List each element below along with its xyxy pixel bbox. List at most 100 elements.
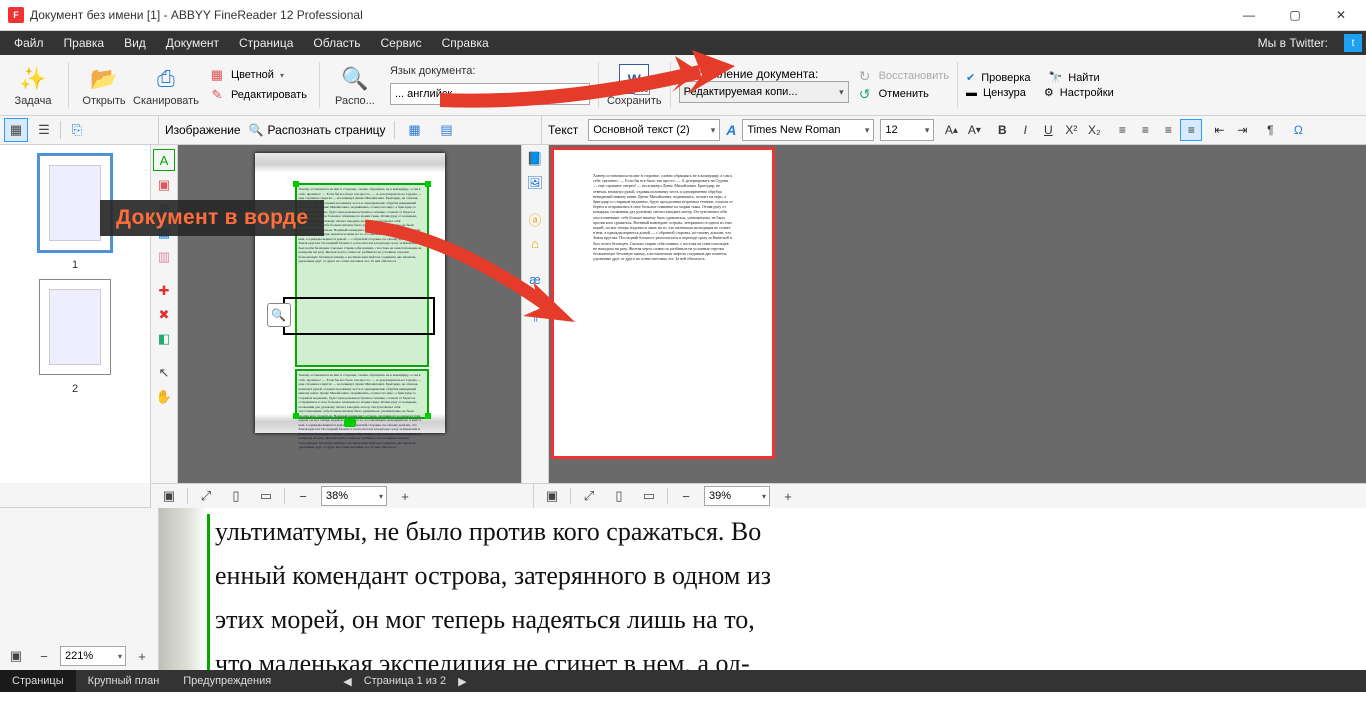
- menu-edit[interactable]: Правка: [54, 31, 115, 55]
- binoculars-icon: 🔭: [1049, 71, 1063, 84]
- pages-panel: 1 2: [0, 145, 151, 483]
- scanned-page[interactable]: Хантер остановился на миг в сторонке, сл…: [255, 153, 445, 433]
- wand-icon: ✨: [6, 63, 60, 95]
- txt-zoom-combo[interactable]: 39%: [704, 486, 770, 506]
- tool-hand[interactable]: ✋: [154, 387, 174, 407]
- img-show-areas[interactable]: ▣: [157, 484, 181, 508]
- find-button[interactable]: 🔭Найти: [1049, 71, 1100, 84]
- align-justify-button[interactable]: ≡: [1180, 119, 1202, 141]
- recognize-button[interactable]: 🔍Распо...: [328, 63, 382, 107]
- pencil-icon: ✎: [209, 87, 225, 103]
- font-grow-button[interactable]: A▴: [940, 119, 962, 141]
- menu-service[interactable]: Сервис: [371, 31, 432, 55]
- underline-button[interactable]: U: [1037, 119, 1059, 141]
- closeup-zoom-in[interactable]: +: [130, 644, 154, 668]
- status-next[interactable]: ▶: [458, 675, 466, 688]
- censor-button[interactable]: ▬Цензура: [966, 86, 1026, 99]
- twitter-icon[interactable]: t: [1344, 34, 1362, 52]
- save-button[interactable]: WdocСохранить: [607, 63, 662, 107]
- text-tool-ae[interactable]: æ: [525, 269, 545, 289]
- menu-document[interactable]: Документ: [156, 31, 229, 55]
- restore-button[interactable]: ↻Восстановить: [857, 68, 949, 84]
- tool-recognize-area[interactable]: ✚: [154, 281, 174, 301]
- undo-button[interactable]: ↺Отменить: [857, 86, 949, 102]
- closeup-zoom-out[interactable]: −: [32, 644, 56, 668]
- closeup-text[interactable]: ультиматумы, не было против кого сражать…: [159, 508, 1366, 670]
- status-tab-warnings[interactable]: Предупреждения: [171, 670, 283, 692]
- check-button[interactable]: ✔Проверка: [966, 71, 1031, 84]
- img-fit-1[interactable]: ⤢: [194, 484, 218, 508]
- recognized-page[interactable]: Хантер остановился на миг в сторонке, сл…: [551, 147, 775, 459]
- superscript-button[interactable]: X²: [1060, 119, 1082, 141]
- page-props-button[interactable]: ⎘: [65, 118, 89, 142]
- text-tool-mark-1[interactable]: ⓐ: [525, 209, 545, 229]
- txt-fit-1[interactable]: ⤢: [577, 484, 601, 508]
- insert-symbol-button[interactable]: Ω: [1287, 119, 1309, 141]
- tool-text-area[interactable]: A: [153, 149, 175, 171]
- pilcrow-button[interactable]: ¶: [1259, 119, 1281, 141]
- img-fit-2[interactable]: ▯: [224, 484, 248, 508]
- settings-button[interactable]: ⚙Настройки: [1044, 86, 1114, 99]
- img-fit-3[interactable]: ▭: [254, 484, 278, 508]
- censor-icon: ▬: [966, 87, 977, 99]
- tool-eraser[interactable]: ◧: [154, 329, 174, 349]
- img-zoom-combo[interactable]: 38%: [321, 486, 387, 506]
- text-tool-dict[interactable]: 📘: [525, 149, 545, 169]
- img-zoom-out[interactable]: −: [291, 484, 315, 508]
- img-zoom-in[interactable]: +: [393, 484, 417, 508]
- align-right-button[interactable]: ≡: [1157, 119, 1179, 141]
- menu-view[interactable]: Вид: [114, 31, 156, 55]
- status-prev[interactable]: ◀: [343, 675, 351, 688]
- italic-button[interactable]: I: [1014, 119, 1036, 141]
- tool-barcode-area[interactable]: ▥: [154, 247, 174, 267]
- closeup-zoom-combo[interactable]: 221%: [60, 646, 126, 666]
- tool-pointer[interactable]: ↖: [154, 363, 174, 383]
- align-left-button[interactable]: ≡: [1111, 119, 1133, 141]
- task-button[interactable]: ✨Задача: [6, 63, 60, 107]
- status-tab-pages[interactable]: Страницы: [0, 670, 76, 692]
- scan-button[interactable]: ⎙Сканировать: [133, 63, 199, 107]
- img-tool-1[interactable]: ▦: [403, 118, 427, 142]
- open-button[interactable]: 📂Открыть: [77, 63, 131, 107]
- align-center-button[interactable]: ≡: [1134, 119, 1156, 141]
- close-button[interactable]: ✕: [1318, 0, 1364, 30]
- bold-button[interactable]: В: [991, 119, 1013, 141]
- txt-show-areas[interactable]: ▣: [540, 484, 564, 508]
- txt-zoom-out[interactable]: −: [674, 484, 698, 508]
- image-pane-label: Изображение: [165, 123, 241, 137]
- edit-image-button[interactable]: ✎Редактировать: [205, 86, 311, 104]
- txt-fit-3[interactable]: ▭: [637, 484, 661, 508]
- subscript-button[interactable]: X₂: [1083, 119, 1105, 141]
- font-combo[interactable]: Times New Roman: [742, 119, 874, 141]
- minimize-button[interactable]: —: [1226, 0, 1272, 30]
- view-thumbnails-button[interactable]: ▦: [4, 118, 28, 142]
- doclang-combo[interactable]: ... английск...: [390, 83, 590, 105]
- maximize-button[interactable]: ▢: [1272, 0, 1318, 30]
- font-a-icon[interactable]: A: [726, 122, 736, 138]
- text-pane: 📘 🖼 ⓐ ⌂ æ ¶ Хантер остановился на миг в …: [522, 145, 1366, 483]
- text-tool-mark-2[interactable]: ⌂: [525, 233, 545, 253]
- font-size-combo[interactable]: 12: [880, 119, 934, 141]
- txt-zoom-in[interactable]: +: [776, 484, 800, 508]
- img-tool-2[interactable]: ▤: [435, 118, 459, 142]
- color-mode-button[interactable]: ▦Цветной ▾: [205, 66, 311, 84]
- closeup-areas[interactable]: ▣: [4, 644, 28, 668]
- view-details-button[interactable]: ☰: [32, 118, 56, 142]
- page-thumb-2[interactable]: [39, 279, 111, 375]
- font-shrink-button[interactable]: A▾: [963, 119, 985, 141]
- text-tool-pilcrow[interactable]: ¶: [525, 305, 545, 325]
- tool-picture-area[interactable]: ▣: [154, 175, 174, 195]
- menu-file[interactable]: Файл: [4, 31, 54, 55]
- status-tab-closeup[interactable]: Крупный план: [76, 670, 172, 692]
- layout-combo[interactable]: Редактируемая копи...: [679, 81, 849, 103]
- style-combo[interactable]: Основной текст (2): [588, 119, 720, 141]
- menu-page[interactable]: Страница: [229, 31, 303, 55]
- txt-fit-2[interactable]: ▯: [607, 484, 631, 508]
- tool-delete-area[interactable]: ✖: [154, 305, 174, 325]
- text-tool-img[interactable]: 🖼: [525, 173, 545, 193]
- indent-inc-button[interactable]: ⇥: [1231, 119, 1253, 141]
- menu-area[interactable]: Область: [303, 31, 370, 55]
- indent-dec-button[interactable]: ⇤: [1208, 119, 1230, 141]
- recognize-page-button[interactable]: 🔍Распознать страницу: [249, 123, 386, 137]
- menu-help[interactable]: Справка: [432, 31, 499, 55]
